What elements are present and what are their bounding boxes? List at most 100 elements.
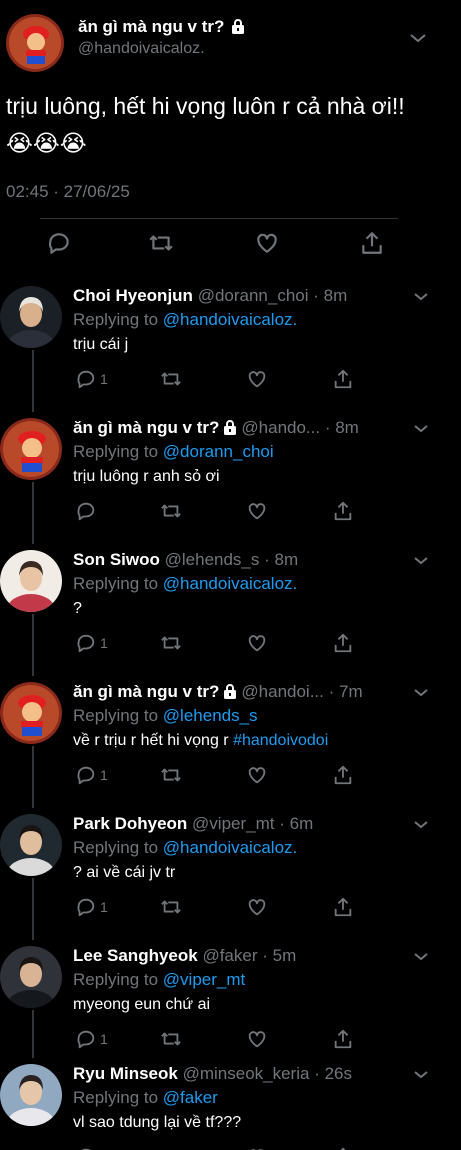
reply-button[interactable]: 1 bbox=[75, 368, 108, 390]
separator-dot: · bbox=[274, 814, 290, 833]
reply-time[interactable]: 8m bbox=[275, 550, 299, 569]
reply-tweet[interactable]: Choi Hyeonjun @dorann_choi · 8m Replying… bbox=[0, 284, 461, 416]
chevron-down-icon[interactable] bbox=[412, 554, 430, 568]
reply-author-handle[interactable]: @viper_mt bbox=[192, 814, 274, 833]
reply-icon[interactable] bbox=[46, 230, 72, 256]
reply-author-handle[interactable]: @faker bbox=[202, 946, 257, 965]
retweet-button[interactable] bbox=[160, 1028, 182, 1050]
like-button[interactable] bbox=[246, 632, 268, 654]
replying-to-link[interactable]: @handoivaicaloz. bbox=[163, 310, 297, 329]
author-name[interactable]: ăn gì mà ngu v tr? bbox=[78, 17, 245, 37]
avatar-mario[interactable] bbox=[6, 14, 64, 72]
replying-to-link[interactable]: @lehends_s bbox=[163, 706, 258, 725]
retweet-button[interactable] bbox=[160, 896, 182, 918]
reply-author-name[interactable]: Lee Sanghyeok bbox=[73, 946, 198, 965]
reply-tweet[interactable]: Park Dohyeon @viper_mt · 6m Replying to … bbox=[0, 812, 461, 944]
reply-time[interactable]: 8m bbox=[324, 286, 348, 305]
hashtag-link[interactable]: #handoivodoi bbox=[233, 732, 328, 749]
reply-author-name[interactable]: Park Dohyeon bbox=[73, 814, 187, 833]
reply-author-handle[interactable]: @dorann_choi bbox=[198, 286, 309, 305]
reply-author-name[interactable]: Son Siwoo bbox=[73, 550, 160, 569]
share-button[interactable] bbox=[332, 500, 354, 522]
reply-actions: 1 bbox=[0, 896, 461, 920]
like-button[interactable] bbox=[246, 368, 268, 390]
reply-time[interactable]: 6m bbox=[290, 814, 314, 833]
replying-to-link[interactable]: @handoivaicaloz. bbox=[163, 838, 297, 857]
reply-button[interactable]: 1 bbox=[75, 764, 108, 786]
share-icon[interactable] bbox=[359, 230, 385, 256]
share-button[interactable] bbox=[332, 1146, 354, 1150]
like-button[interactable] bbox=[246, 1146, 268, 1150]
reply-tweet[interactable]: ăn gì mà ngu v tr? @hando... · 8m Replyin… bbox=[0, 416, 461, 548]
retweet-button[interactable] bbox=[160, 632, 182, 654]
avatar[interactable] bbox=[0, 682, 62, 744]
share-button[interactable] bbox=[332, 764, 354, 786]
retweet-icon[interactable] bbox=[148, 230, 174, 256]
like-icon bbox=[248, 767, 266, 784]
chevron-down-icon[interactable] bbox=[412, 818, 430, 832]
share-icon bbox=[334, 633, 352, 653]
share-button[interactable] bbox=[332, 632, 354, 654]
chevron-down-icon[interactable] bbox=[412, 422, 430, 436]
reply-tweet[interactable]: Son Siwoo @lehends_s · 8m Replying to @h… bbox=[0, 548, 461, 680]
like-button[interactable] bbox=[246, 896, 268, 918]
reply-button[interactable]: 1 bbox=[75, 896, 108, 918]
avatar[interactable] bbox=[0, 946, 62, 1008]
reply-tweet[interactable]: ăn gì mà ngu v tr? @handoi... · 7m Replyi… bbox=[0, 680, 461, 812]
reply-time[interactable]: 26s bbox=[325, 1064, 352, 1083]
reply-author-handle[interactable]: @hando... bbox=[241, 418, 320, 437]
reply-author-name[interactable]: Ryu Minseok bbox=[73, 1064, 178, 1083]
separator-dot: · bbox=[323, 682, 339, 701]
separator-dot: · bbox=[259, 550, 275, 569]
avatar[interactable] bbox=[0, 550, 62, 612]
avatar[interactable] bbox=[0, 1064, 62, 1126]
reply-text: trịu cái j bbox=[73, 336, 128, 354]
replying-to-link[interactable]: @dorann_choi bbox=[163, 442, 274, 461]
retweet-button[interactable] bbox=[160, 500, 182, 522]
avatar[interactable] bbox=[0, 814, 62, 876]
reply-author-handle[interactable]: @lehends_s bbox=[165, 550, 260, 569]
share-button[interactable] bbox=[332, 368, 354, 390]
main-tweet: ăn gì mà ngu v tr? @handoivaicaloz. trịu… bbox=[0, 0, 461, 270]
tweet-timestamp[interactable]: 02:45 · 27/06/25 bbox=[6, 182, 130, 202]
replying-to-link[interactable]: @handoivaicaloz. bbox=[163, 574, 297, 593]
like-button[interactable] bbox=[246, 1028, 268, 1050]
reply-text-body: ? ai về cái jv tr bbox=[73, 864, 176, 881]
reply-time[interactable]: 8m bbox=[335, 418, 359, 437]
reply-author-name[interactable]: Choi Hyeonjun bbox=[73, 286, 193, 305]
retweet-button[interactable] bbox=[160, 764, 182, 786]
reply-button[interactable] bbox=[75, 500, 100, 522]
share-button[interactable] bbox=[332, 896, 354, 918]
reply-author-handle[interactable]: @minseok_keria bbox=[183, 1064, 310, 1083]
reply-button[interactable]: 1 bbox=[75, 632, 108, 654]
chevron-down-icon[interactable] bbox=[408, 30, 428, 46]
reply-tweet[interactable]: Ryu Minseok @minseok_keria · 26s Replyin… bbox=[0, 1062, 461, 1150]
chevron-down-icon[interactable] bbox=[412, 1068, 430, 1082]
reply-header: ăn gì mà ngu v tr? @handoi... · 7m bbox=[73, 682, 413, 702]
reply-author-name[interactable]: ăn gì mà ngu v tr? bbox=[73, 418, 219, 437]
divider bbox=[40, 218, 398, 219]
chevron-down-icon[interactable] bbox=[412, 290, 430, 304]
reply-author-handle[interactable]: @handoi... bbox=[241, 682, 323, 701]
reply-button[interactable]: 1 bbox=[75, 1028, 108, 1050]
reply-tweet[interactable]: Lee Sanghyeok @faker · 5m Replying to @v… bbox=[0, 944, 461, 1076]
chevron-down-icon[interactable] bbox=[412, 686, 430, 700]
reply-time[interactable]: 5m bbox=[273, 946, 297, 965]
retweet-button[interactable] bbox=[160, 368, 182, 390]
like-icon[interactable] bbox=[254, 230, 280, 256]
author-handle[interactable]: @handoivaicaloz. bbox=[78, 40, 205, 58]
reply-header: ăn gì mà ngu v tr? @hando... · 8m bbox=[73, 418, 413, 438]
avatar[interactable] bbox=[0, 418, 62, 480]
avatar[interactable] bbox=[0, 286, 62, 348]
reply-time[interactable]: 7m bbox=[339, 682, 363, 701]
share-button[interactable] bbox=[332, 1028, 354, 1050]
like-button[interactable] bbox=[246, 764, 268, 786]
replying-to-link[interactable]: @faker bbox=[163, 1088, 218, 1107]
replying-to-link[interactable]: @viper_mt bbox=[163, 970, 245, 989]
reply-button[interactable] bbox=[75, 1146, 100, 1150]
chevron-down-icon[interactable] bbox=[412, 950, 430, 964]
like-icon bbox=[248, 1031, 266, 1048]
like-button[interactable] bbox=[246, 500, 268, 522]
reply-author-name[interactable]: ăn gì mà ngu v tr? bbox=[73, 682, 219, 701]
retweet-button[interactable] bbox=[160, 1146, 182, 1150]
